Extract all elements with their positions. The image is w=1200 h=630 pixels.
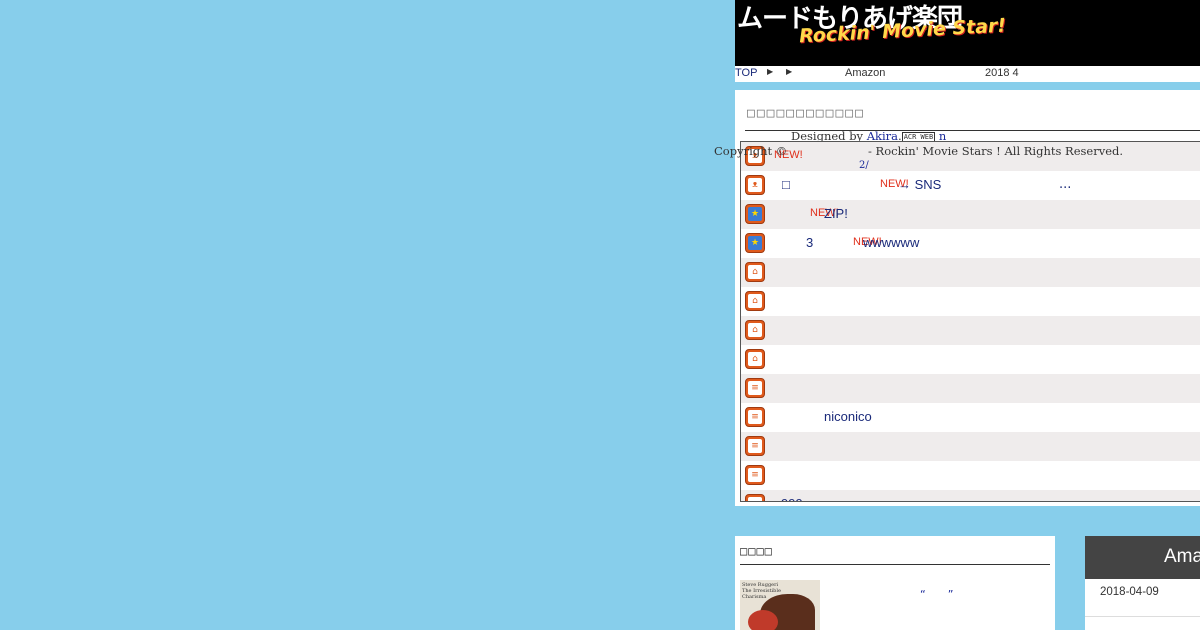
triangle-right-icon: ▶ [786,67,793,76]
home-icon: ⌂ [745,291,765,311]
list-item[interactable]: ≡ [741,374,1200,403]
list-item[interactable]: ⌂ [741,287,1200,316]
list-item[interactable]: ≡ niconico [741,403,1200,432]
news-list[interactable]: ᴥ NEW! ᴥ □ NEW! → SNS ... ★ NEW! ZIP! ★ … [740,141,1200,502]
amazon-box: Ama 2018-04-09 [1085,536,1200,630]
news-icon: ≡ [745,494,765,501]
list-item[interactable]: ≡ [741,432,1200,461]
list-item[interactable]: ≡ 999 [741,490,1200,501]
amazon-box-divider [1085,616,1200,617]
list-item[interactable]: ★ NEW! ZIP! [741,200,1200,229]
news-icon: ≡ [745,407,765,427]
home-icon: ⌂ [745,349,765,369]
recommend-box: □□□□ Steve Ruggeri The Irresistible Char… [735,536,1055,630]
home-icon: ⌂ [745,320,765,340]
list-item-title[interactable]: □ [782,177,790,192]
news-icon: ≡ [745,436,765,456]
triangle-right-icon: ▶ [767,67,774,76]
list-item-title[interactable]: ZIP! [824,206,848,221]
album-figure-accent [748,610,778,630]
list-item-title[interactable]: 3 [806,235,813,250]
list-item-extra[interactable]: → SNS [898,177,941,192]
panel-title: □□□□□□□□□□□□ [747,106,865,121]
list-item-ellipsis: ... [1059,177,1072,192]
list-item-title[interactable]: niconico [824,409,872,424]
bird-icon: ★ [745,233,765,253]
album-cover-image[interactable]: Steve Ruggeri The Irresistible Charisma [740,580,820,630]
nav-date: 2018 4 [985,67,1019,79]
news-icon: ≡ [745,465,765,485]
nav-top-link[interactable]: TOP [735,67,757,79]
list-item[interactable]: ≡ [741,461,1200,490]
amazon-box-header: Ama [1085,536,1200,579]
list-item[interactable]: ⌂ [741,258,1200,287]
breadcrumb: TOP ▶ ▶ Amazon 2018 4 [735,66,1200,82]
cat-face-icon: ᴥ [745,175,765,195]
nav-amazon-label[interactable]: Amazon [845,67,885,79]
copyright-line: Copyright © - Rockin' Movie Stars ! All … [714,144,1123,158]
copyright-text: - Rockin' Movie Stars ! All Rights Reser… [868,144,1124,158]
bird-icon: ★ [745,204,765,224]
list-item-title[interactable]: 999 [781,496,803,501]
site-banner[interactable]: ムードもりあげ楽団 Rockin' Movie Star! [735,0,1200,66]
list-item-extra[interactable]: wwwwww [863,235,919,250]
list-item[interactable]: ⌂ [741,316,1200,345]
list-item[interactable]: ★ 3 NEW! wwwwww [741,229,1200,258]
news-icon: ≡ [745,378,765,398]
amazon-box-date: 2018-04-09 [1100,586,1159,598]
page-count-marker: 2/ [859,160,869,171]
recommend-divider [740,564,1050,565]
album-title-link[interactable]: “ ” [920,586,953,602]
copyright-prefix: Copyright © [714,144,788,158]
home-icon: ⌂ [745,262,765,282]
list-item[interactable]: ᴥ □ NEW! → SNS ... [741,171,1200,200]
amazon-box-title: Ama [1164,546,1200,567]
recommend-heading: □□□□ [740,544,773,558]
list-item[interactable]: ⌂ [741,345,1200,374]
